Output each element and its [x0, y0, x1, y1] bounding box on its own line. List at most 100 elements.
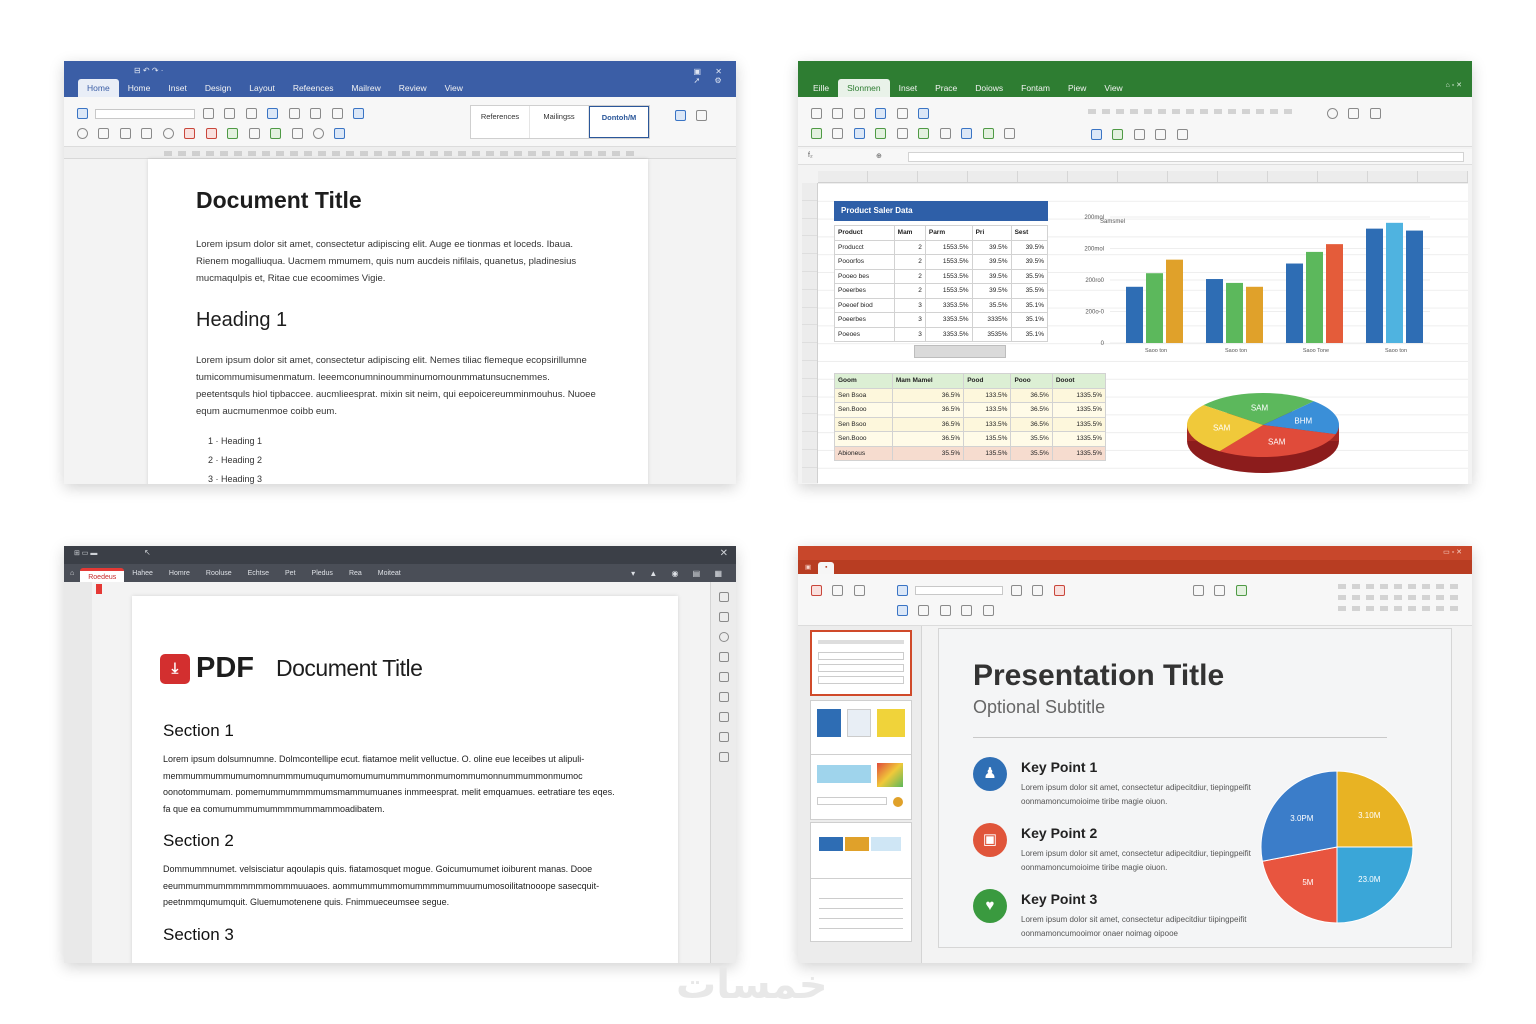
- clipboard-group[interactable]: [808, 105, 932, 123]
- slide-thumbnail-1[interactable]: [810, 630, 912, 696]
- menu-item[interactable]: Moiteat: [370, 570, 409, 577]
- tab-design[interactable]: Design: [196, 79, 240, 97]
- table-cell[interactable]: 39.5%: [971, 239, 1012, 255]
- highlight-icon[interactable]: [205, 128, 217, 140]
- table-row[interactable]: Poeerbes 3 3353.5% 3335% 35.1%: [834, 312, 1049, 328]
- italic-icon[interactable]: [245, 108, 257, 120]
- paragraph-icon[interactable]: [291, 128, 303, 140]
- format-painter-icon[interactable]: [141, 128, 153, 140]
- font-size-icon[interactable]: [202, 108, 214, 120]
- table-cell[interactable]: Sen Bsoa: [834, 387, 893, 403]
- tab-home-active[interactable]: Home: [78, 79, 119, 97]
- table-cell[interactable]: Pooeo bes: [834, 268, 895, 284]
- insert-icon[interactable]: [982, 128, 994, 140]
- table-cell[interactable]: 1335.5%: [1051, 387, 1107, 403]
- table-cell[interactable]: 35.1%: [1010, 297, 1049, 313]
- table-cell[interactable]: 35.5%: [971, 297, 1012, 313]
- style-references[interactable]: References: [471, 106, 530, 138]
- table-cell[interactable]: Poeerbes: [834, 283, 895, 299]
- format-group[interactable]: [808, 125, 1018, 143]
- table-cell[interactable]: 36.5%: [1010, 416, 1053, 432]
- table-cell[interactable]: 1553.5%: [924, 268, 973, 284]
- search-icon[interactable]: [1327, 108, 1338, 120]
- menu-item[interactable]: Echtse: [240, 570, 277, 577]
- table-row[interactable]: Sen Bsoa 36.5% 133.5% 36.5% 1335.5%: [834, 387, 1107, 403]
- table-cell[interactable]: 39.5%: [1010, 254, 1049, 270]
- table-icon[interactable]: [811, 128, 822, 140]
- table-cell[interactable]: 3535%: [971, 326, 1012, 342]
- percent-icon[interactable]: [939, 128, 951, 140]
- table-cell[interactable]: Poeoef biod: [834, 297, 895, 313]
- select-icon[interactable]: [696, 110, 708, 122]
- table-row[interactable]: Sen.Booo 36.5% 133.5% 36.5% 1335.5%: [834, 402, 1107, 418]
- copy-icon[interactable]: [119, 128, 131, 140]
- tab-file[interactable]: Eille: [804, 79, 838, 97]
- style-selected[interactable]: Dontoh/M: [589, 106, 649, 138]
- paste-icon[interactable]: [77, 108, 88, 120]
- pie-chart[interactable]: SAM BHM SAM SAM: [1178, 385, 1348, 475]
- page-icon[interactable]: [718, 652, 729, 662]
- document-page[interactable]: Document Title Lorem ipsum dolor sit ame…: [148, 159, 648, 484]
- table-cell[interactable]: Pooorfos: [834, 254, 895, 270]
- table-cell[interactable]: Poeoes: [834, 326, 895, 342]
- table-cell[interactable]: 3353.5%: [924, 312, 973, 328]
- editing-group[interactable]: [1324, 105, 1384, 123]
- table-row[interactable]: Producct 2 1553.5% 39.5% 39.5%: [834, 239, 1049, 255]
- close-icon[interactable]: ✕: [720, 548, 728, 559]
- tab-file[interactable]: ▣: [798, 563, 818, 571]
- menu-item[interactable]: Pledus: [304, 570, 341, 577]
- table-cell[interactable]: Sen.Booo: [834, 402, 893, 418]
- table-cell[interactable]: 39.5%: [971, 254, 1012, 270]
- slides-group[interactable]: [808, 582, 868, 600]
- name-box-icon[interactable]: ⊕: [876, 152, 882, 160]
- table-cell[interactable]: 35.5%: [1010, 431, 1053, 447]
- table-cell[interactable]: 3: [893, 297, 926, 313]
- table-cell[interactable]: 36.5%: [891, 416, 965, 432]
- editing-group[interactable]: [1338, 584, 1458, 611]
- clipboard-icon[interactable]: [718, 692, 729, 702]
- number-format-icon[interactable]: [918, 128, 930, 140]
- table-row[interactable]: Poeerbes 2 1553.5% 39.5% 35.5%: [834, 283, 1049, 299]
- numbering-icon[interactable]: [918, 605, 930, 617]
- autosum-icon[interactable]: [1348, 108, 1360, 120]
- table-cell[interactable]: 3353.5%: [924, 326, 973, 342]
- window-controls[interactable]: ▣ ✕ ➚ ⚙: [694, 67, 728, 85]
- columns-icon[interactable]: [961, 605, 973, 617]
- tab-home-active[interactable]: ▪: [818, 562, 835, 574]
- table-cell[interactable]: 3335%: [971, 312, 1012, 328]
- pie-chart[interactable]: 3.10M 23.0M 5M 3.0PM: [1257, 767, 1417, 927]
- undo-icon[interactable]: [77, 128, 88, 140]
- slide-thumbnail-5[interactable]: [810, 878, 912, 942]
- align-icon[interactable]: [267, 108, 279, 120]
- quick-styles-icon[interactable]: [1235, 585, 1247, 597]
- table-cell[interactable]: 1553.5%: [924, 283, 973, 299]
- tab-mailings[interactable]: Mailrew: [342, 79, 389, 97]
- editing-group[interactable]: [672, 107, 710, 125]
- text-effect-icon[interactable]: [270, 128, 282, 140]
- cell-style-icon[interactable]: [1091, 129, 1102, 141]
- table-row[interactable]: Sen Bsoo 36.5% 133.5% 36.5% 1335.5%: [834, 416, 1107, 432]
- table-row[interactable]: Pooeo bes 2 1553.5% 39.5% 35.5%: [834, 268, 1049, 284]
- tab-formulas[interactable]: Fontam: [1012, 79, 1059, 97]
- tab-view[interactable]: View: [436, 79, 472, 97]
- slide-title[interactable]: Presentation Title: [973, 659, 1224, 693]
- table-cell[interactable]: 39.5%: [971, 283, 1012, 299]
- shapes-icon[interactable]: [1193, 585, 1204, 597]
- table-cell[interactable]: Producct: [834, 239, 895, 255]
- paste-icon[interactable]: [811, 108, 822, 120]
- table-cell[interactable]: 35.5%: [1010, 268, 1049, 284]
- sort-icon[interactable]: [1133, 129, 1145, 141]
- italic-icon[interactable]: [1032, 585, 1044, 597]
- table-cell[interactable]: 3: [893, 312, 926, 328]
- bullets-icon[interactable]: [897, 605, 908, 617]
- app-menu-icon[interactable]: ⊞ ▭ ▬: [74, 549, 97, 557]
- table-cell[interactable]: 2: [893, 239, 926, 255]
- styles-group[interactable]: [1088, 105, 1298, 144]
- sign-icon[interactable]: [718, 712, 729, 722]
- slide-subtitle[interactable]: Optional Subtitle: [973, 697, 1105, 718]
- font-name-box[interactable]: [95, 108, 196, 119]
- table-cell[interactable]: 36.5%: [1010, 387, 1053, 403]
- table-row[interactable]: Pooorfos 2 1553.5% 39.5% 39.5%: [834, 254, 1049, 270]
- table-cell[interactable]: 1553.5%: [924, 254, 973, 270]
- copy-icon[interactable]: [853, 108, 865, 120]
